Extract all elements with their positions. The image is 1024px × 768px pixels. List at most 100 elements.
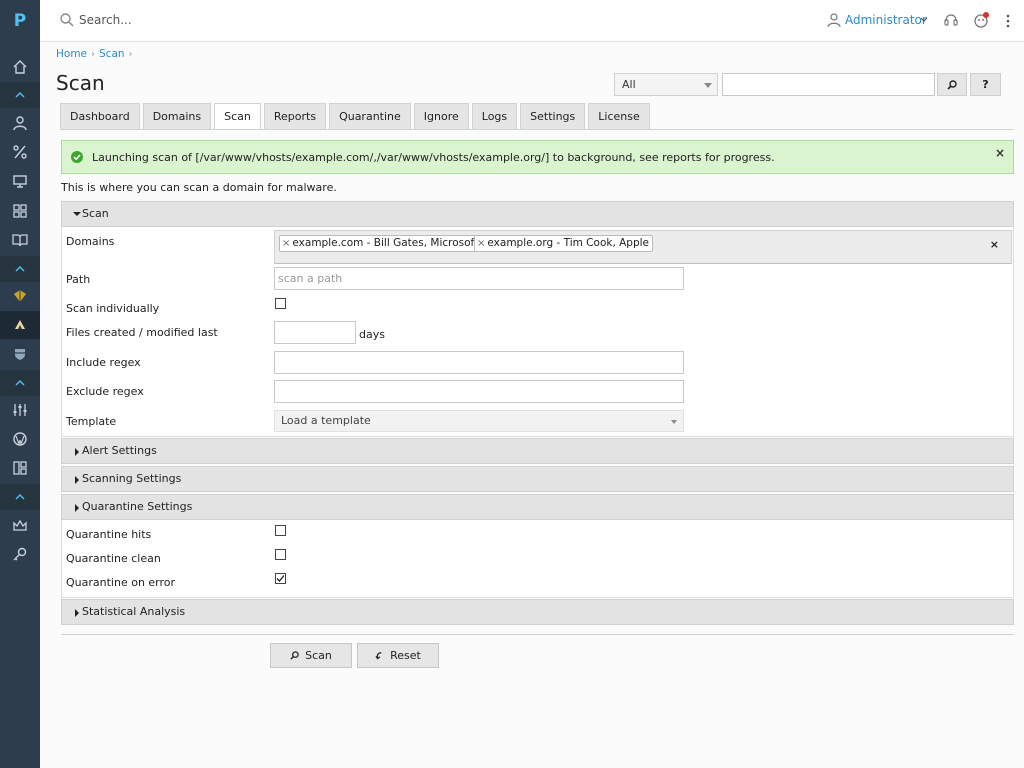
scan-button[interactable]: Scan bbox=[270, 643, 352, 668]
extension-c-icon[interactable] bbox=[0, 340, 40, 368]
collapse-group-button[interactable] bbox=[0, 256, 40, 282]
monitor-icon[interactable] bbox=[0, 167, 40, 195]
help-button[interactable]: ? bbox=[970, 73, 1001, 96]
include-regex-label: Include regex bbox=[66, 356, 141, 369]
collapse-group-button[interactable] bbox=[0, 484, 40, 510]
filter-search-input[interactable] bbox=[722, 73, 935, 96]
quarantine-hits-label: Quarantine hits bbox=[66, 528, 152, 541]
files-modified-label: Files created / modified last bbox=[66, 326, 218, 339]
layout-icon[interactable] bbox=[0, 454, 40, 482]
remove-tag-icon[interactable]: × bbox=[477, 238, 485, 249]
path-input[interactable]: scan a path bbox=[274, 267, 684, 290]
caret-right-icon bbox=[75, 476, 79, 484]
scan-section-body: Domains × example.com - Bill Gates, Micro… bbox=[61, 227, 1014, 437]
close-icon[interactable]: × bbox=[995, 146, 1005, 160]
collapse-group-button[interactable] bbox=[0, 370, 40, 396]
statistical-analysis-header[interactable]: Statistical Analysis bbox=[61, 599, 1014, 625]
filter-select-value: All bbox=[622, 78, 636, 91]
caret-right-icon bbox=[75, 448, 79, 456]
collapse-group-button[interactable] bbox=[0, 82, 40, 108]
chevron-down-icon bbox=[671, 420, 677, 424]
exclude-regex-label: Exclude regex bbox=[66, 385, 144, 398]
alert-message: Launching scan of [/var/www/vhosts/examp… bbox=[92, 151, 775, 164]
intro-text: This is where you can scan a domain for … bbox=[61, 181, 337, 194]
tab-settings[interactable]: Settings bbox=[520, 103, 586, 129]
search-icon bbox=[290, 651, 299, 660]
check-circle-icon bbox=[71, 151, 83, 163]
clear-domains-icon[interactable]: × bbox=[990, 238, 999, 251]
top-bar: Search... Administrator bbox=[40, 0, 1024, 42]
user-menu[interactable]: Administrator bbox=[845, 13, 927, 27]
template-select-value: Load a template bbox=[281, 414, 371, 427]
crown-icon[interactable] bbox=[0, 511, 40, 539]
include-regex-input[interactable] bbox=[274, 351, 684, 374]
key-icon[interactable] bbox=[0, 540, 40, 568]
book-icon[interactable] bbox=[0, 226, 40, 254]
quarantine-settings-body: Quarantine hits Quarantine clean Quarant… bbox=[61, 520, 1014, 598]
quarantine-settings-header[interactable]: Quarantine Settings bbox=[61, 494, 1014, 520]
left-navigation: P bbox=[0, 0, 40, 768]
files-modified-input[interactable] bbox=[274, 321, 356, 344]
tab-dashboard[interactable]: Dashboard bbox=[60, 103, 140, 129]
breadcrumb-separator: › bbox=[128, 48, 133, 60]
percent-icon[interactable] bbox=[0, 138, 40, 166]
breadcrumb: Home › Scan › bbox=[56, 48, 133, 60]
tab-quarantine[interactable]: Quarantine bbox=[329, 103, 411, 129]
domain-tag: × example.org - Tim Cook, Apple bbox=[474, 235, 654, 252]
tab-scan[interactable]: Scan bbox=[214, 103, 261, 130]
quarantine-error-checkbox[interactable] bbox=[275, 573, 286, 584]
tab-reports[interactable]: Reports bbox=[263, 103, 327, 129]
help-icon[interactable] bbox=[943, 12, 959, 28]
checkmark-icon bbox=[276, 575, 285, 582]
home-icon[interactable] bbox=[0, 53, 40, 81]
filter-search-button[interactable] bbox=[937, 73, 967, 96]
scanning-settings-header[interactable]: Scanning Settings bbox=[61, 466, 1014, 492]
success-alert: Launching scan of [/var/www/vhosts/examp… bbox=[61, 140, 1014, 174]
form-divider bbox=[61, 634, 1014, 635]
main-content: Home › Scan › Scan All ? Dashboard Domai… bbox=[40, 42, 1024, 768]
quarantine-hits-checkbox[interactable] bbox=[275, 525, 286, 536]
chevron-down-icon[interactable] bbox=[920, 17, 928, 23]
tab-domains[interactable]: Domains bbox=[142, 103, 212, 129]
search-icon bbox=[60, 13, 74, 27]
extension-a-icon[interactable] bbox=[0, 282, 40, 310]
logo[interactable]: P bbox=[0, 0, 40, 42]
caret-right-icon bbox=[75, 504, 79, 512]
quarantine-clean-checkbox[interactable] bbox=[275, 549, 286, 560]
remove-tag-icon[interactable]: × bbox=[282, 238, 290, 249]
more-options-icon[interactable] bbox=[1005, 13, 1011, 29]
tab-divider bbox=[60, 129, 1014, 130]
user-icon bbox=[827, 13, 841, 28]
exclude-regex-input[interactable] bbox=[274, 380, 684, 403]
global-search-input[interactable]: Search... bbox=[79, 13, 132, 27]
template-label: Template bbox=[66, 415, 117, 428]
sliders-icon[interactable] bbox=[0, 396, 40, 424]
chevron-down-icon bbox=[704, 83, 712, 88]
extension-b-icon[interactable] bbox=[0, 311, 40, 339]
alert-settings-header[interactable]: Alert Settings bbox=[61, 438, 1014, 464]
apps-icon[interactable] bbox=[0, 197, 40, 225]
days-label: days bbox=[359, 328, 385, 341]
quarantine-clean-label: Quarantine clean bbox=[66, 552, 161, 565]
reset-button[interactable]: Reset bbox=[357, 643, 439, 668]
breadcrumb-scan[interactable]: Scan bbox=[99, 48, 125, 60]
scanning-settings-title: Scanning Settings bbox=[82, 472, 182, 485]
domains-multiselect[interactable]: × example.com - Bill Gates, Microsoft × ex… bbox=[274, 230, 1012, 264]
plugin-icon[interactable] bbox=[973, 11, 990, 29]
domain-tag: × example.com - Bill Gates, Microsoft bbox=[279, 235, 483, 252]
tab-license[interactable]: License bbox=[588, 103, 650, 129]
scan-button-label: Scan bbox=[305, 649, 332, 662]
tab-ignore[interactable]: Ignore bbox=[413, 103, 469, 129]
breadcrumb-home[interactable]: Home bbox=[56, 48, 87, 60]
tab-bar: Dashboard Domains Scan Reports Quarantin… bbox=[60, 103, 650, 130]
template-select[interactable]: Load a template bbox=[274, 410, 684, 432]
tab-logs[interactable]: Logs bbox=[471, 103, 518, 129]
filter-select[interactable]: All bbox=[614, 73, 718, 96]
page-title: Scan bbox=[56, 71, 105, 95]
domains-label: Domains bbox=[66, 235, 115, 248]
wordpress-icon[interactable] bbox=[0, 425, 40, 453]
scan-section-header[interactable]: Scan bbox=[61, 201, 1014, 227]
quarantine-settings-title: Quarantine Settings bbox=[82, 500, 193, 513]
scan-individually-checkbox[interactable] bbox=[275, 298, 286, 309]
user-icon[interactable] bbox=[0, 109, 40, 137]
